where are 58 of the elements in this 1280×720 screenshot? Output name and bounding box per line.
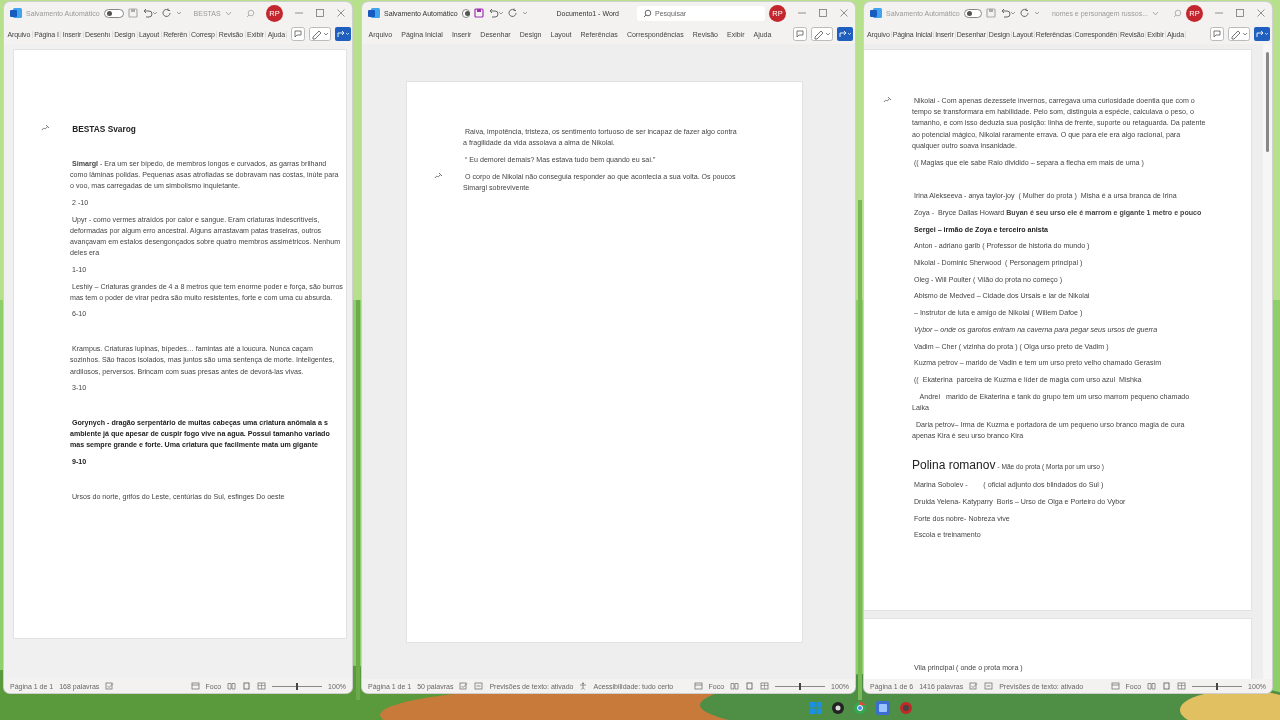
redo-icon[interactable] xyxy=(161,8,172,18)
print-layout-icon[interactable] xyxy=(242,682,252,690)
proofing-icon[interactable] xyxy=(969,682,979,690)
read-mode-icon[interactable] xyxy=(1147,682,1157,690)
editing-pen-icon[interactable] xyxy=(811,27,833,41)
accessibility-icon[interactable] xyxy=(579,682,588,690)
redo-icon[interactable] xyxy=(508,8,519,18)
editing-pen-icon[interactable] xyxy=(1228,27,1250,41)
proofing-icon[interactable] xyxy=(459,682,469,690)
undo-icon[interactable] xyxy=(999,8,1016,18)
search-icon[interactable] xyxy=(245,8,255,18)
comment-icon[interactable] xyxy=(291,27,306,41)
maximize-icon[interactable] xyxy=(1235,8,1245,18)
web-layout-icon[interactable] xyxy=(257,682,267,690)
web-layout-icon[interactable] xyxy=(1177,682,1187,690)
proofing-icon[interactable] xyxy=(105,682,115,690)
editing-pen-icon[interactable] xyxy=(309,27,332,41)
word-logo-icon xyxy=(10,7,22,19)
comment-icon[interactable] xyxy=(793,27,807,41)
close-icon[interactable] xyxy=(839,8,849,18)
close-icon[interactable] xyxy=(1256,8,1266,18)
focus-icon[interactable] xyxy=(190,682,200,690)
scrollbar[interactable] xyxy=(1263,44,1272,679)
caret-icon[interactable] xyxy=(1152,10,1159,16)
share-icon[interactable] xyxy=(837,27,853,41)
undo-icon[interactable] xyxy=(141,8,158,18)
app-icon[interactable] xyxy=(832,702,844,714)
close-icon[interactable] xyxy=(336,8,346,18)
word-app-icon[interactable] xyxy=(876,701,890,715)
autosave-toggle[interactable] xyxy=(103,8,124,18)
share-icon[interactable] xyxy=(335,27,352,41)
print-layout-icon[interactable] xyxy=(745,682,755,690)
focus-icon[interactable] xyxy=(693,682,703,690)
heading: BESTAS Svarog xyxy=(70,124,344,136)
undo-icon[interactable] xyxy=(488,8,505,18)
word-logo-icon xyxy=(870,7,882,19)
autosave-toggle[interactable] xyxy=(461,8,471,18)
browser-icon[interactable] xyxy=(854,702,866,714)
read-mode-icon[interactable] xyxy=(730,682,740,690)
maximize-icon[interactable] xyxy=(315,8,325,18)
read-mode-icon[interactable] xyxy=(227,682,237,690)
autosave-toggle[interactable] xyxy=(963,8,982,18)
search-icon xyxy=(643,8,652,18)
maximize-icon[interactable] xyxy=(818,8,828,18)
web-layout-icon[interactable] xyxy=(760,682,770,690)
text-predictions-icon[interactable] xyxy=(474,682,484,690)
comment-icon[interactable] xyxy=(1210,27,1224,41)
text-predictions-icon[interactable] xyxy=(984,682,994,690)
print-layout-icon[interactable] xyxy=(1162,682,1172,690)
share-icon[interactable] xyxy=(1254,27,1270,41)
start-icon[interactable] xyxy=(810,702,822,714)
save-icon[interactable] xyxy=(474,8,485,18)
caret-icon[interactable] xyxy=(224,10,232,16)
search-icon[interactable] xyxy=(1173,8,1182,18)
redo-icon[interactable] xyxy=(1019,8,1030,18)
name-heading: Polina romanov xyxy=(912,457,996,472)
focus-icon[interactable] xyxy=(1110,682,1120,690)
word-logo-icon xyxy=(368,7,380,19)
